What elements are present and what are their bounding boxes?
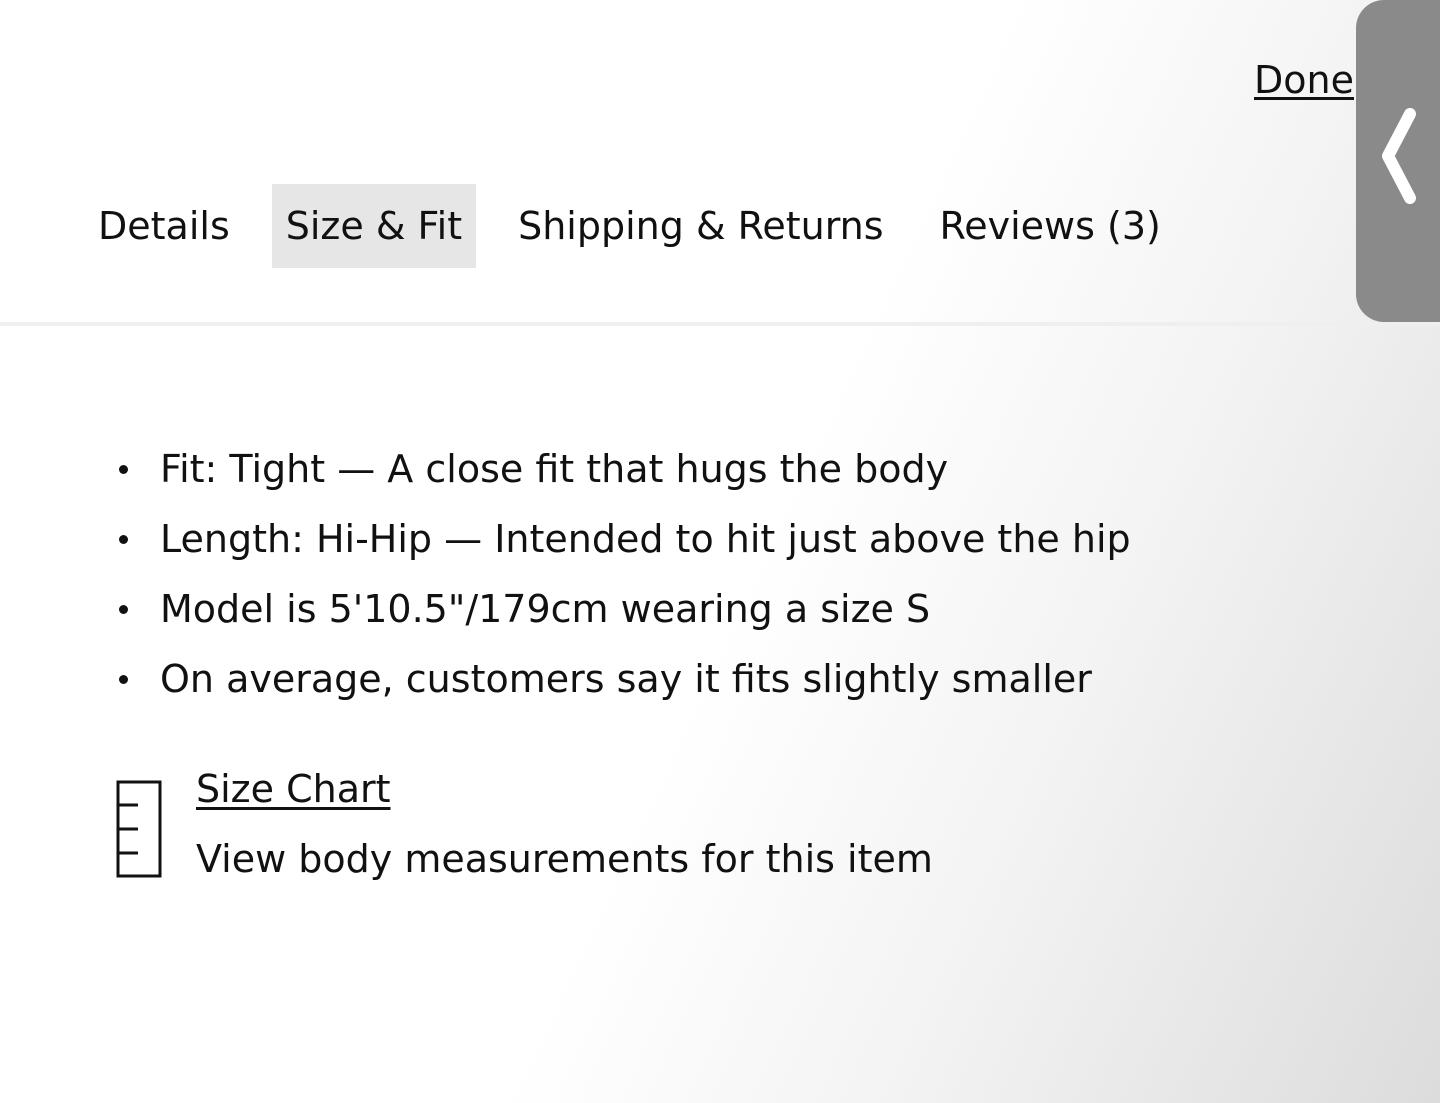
size-and-fit-panel: Fit: Tight — A close fit that hugs the b…: [0, 326, 1440, 1103]
ruler-icon: [116, 780, 162, 878]
fit-detail-item: On average, customers say it fits slight…: [114, 644, 1131, 714]
fit-detail-item: Fit: Tight — A close fit that hugs the b…: [114, 434, 1131, 504]
done-button[interactable]: Done: [1254, 58, 1354, 102]
size-chart-section: Size Chart View body measurements for th…: [116, 762, 1016, 892]
fit-detail-item: Length: Hi-Hip — Intended to hit just ab…: [114, 504, 1131, 574]
fit-details-list: Fit: Tight — A close fit that hugs the b…: [114, 434, 1131, 714]
size-chart-link[interactable]: Size Chart: [196, 762, 391, 816]
size-chart-description: View body measurements for this item: [196, 837, 933, 881]
panel-header: Done Details Size & Fit Shipping & Retur…: [0, 0, 1440, 326]
tab-details[interactable]: Details: [84, 184, 244, 268]
fit-detail-item: Model is 5'10.5"/179cm wearing a size S: [114, 574, 1131, 644]
tab-reviews[interactable]: Reviews (3): [926, 184, 1175, 268]
side-panel-handle[interactable]: [1356, 0, 1440, 322]
tab-size-and-fit[interactable]: Size & Fit: [271, 184, 477, 268]
chevron-left-icon: [1382, 108, 1416, 204]
tab-bar: Details Size & Fit Shipping & Returns Re…: [84, 184, 1175, 268]
tab-shipping-and-returns[interactable]: Shipping & Returns: [504, 184, 897, 268]
